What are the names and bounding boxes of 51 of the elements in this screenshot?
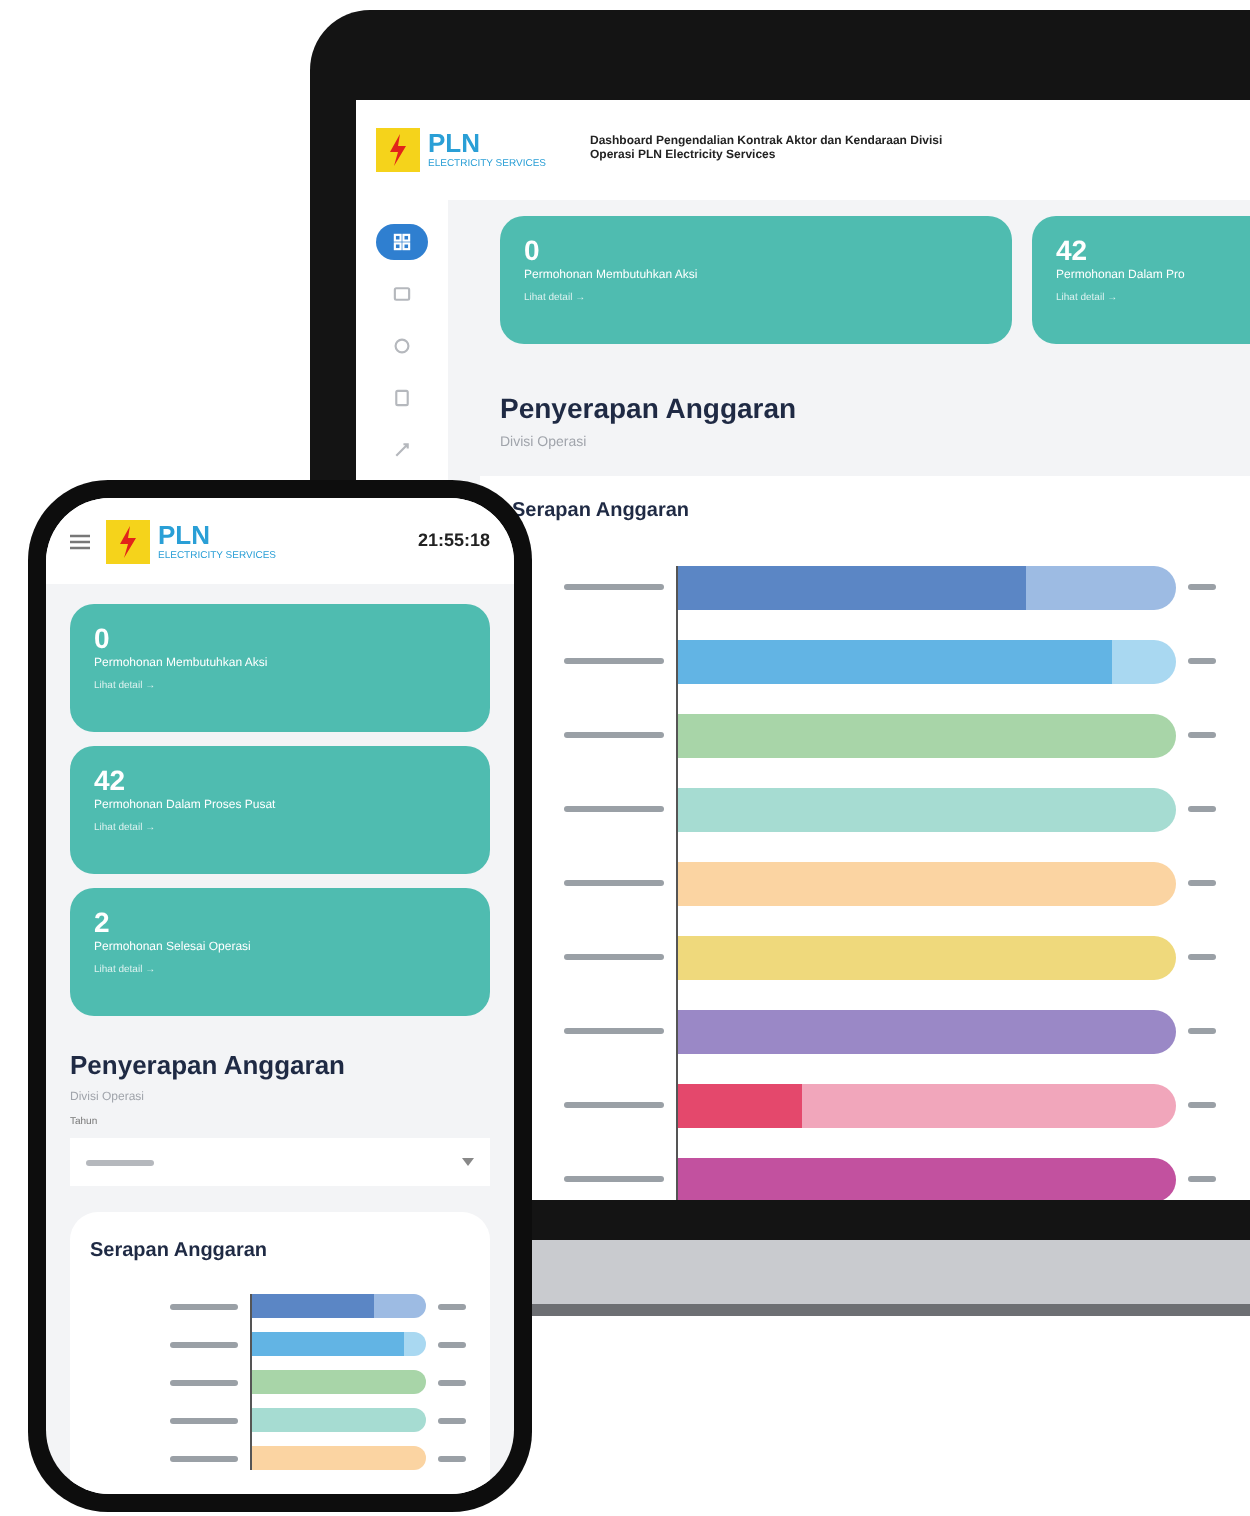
- section-title: Penyerapan Anggaran: [500, 390, 799, 428]
- count-value: 42: [94, 766, 128, 794]
- blurred-value: [438, 1455, 466, 1461]
- blurred-value: [438, 1341, 466, 1347]
- blurred-label: [564, 880, 664, 886]
- sidebar-item[interactable]: [376, 224, 428, 260]
- blurred-label: [564, 1176, 664, 1182]
- count-value: 42: [1056, 236, 1090, 264]
- blurred-value: [1188, 880, 1216, 886]
- document-icon: [392, 388, 412, 408]
- blurred-label: [170, 1341, 238, 1347]
- blurred-value: [1188, 1102, 1216, 1108]
- count-value: 2: [94, 908, 112, 936]
- blurred-value: [1188, 732, 1216, 738]
- brand-name: PLN: [428, 130, 482, 156]
- blurred-value: [1188, 584, 1216, 590]
- blurred-label: [564, 658, 664, 664]
- blurred-value: [438, 1379, 466, 1385]
- clock-time: 21:55:18: [417, 527, 490, 554]
- chart-title: Serapan Anggaran: [512, 497, 692, 525]
- blurred-label: [170, 1303, 238, 1309]
- menu-icon[interactable]: [70, 533, 90, 549]
- blurred-value: [438, 1303, 466, 1309]
- circle-icon: [392, 336, 412, 356]
- lightning-logo-icon: [376, 128, 420, 172]
- blurred-label: [564, 954, 664, 960]
- count-value: 0: [524, 236, 542, 264]
- blurred-value: [1188, 1176, 1216, 1182]
- blurred-label: [564, 806, 664, 812]
- year-select[interactable]: [70, 1138, 490, 1186]
- card-icon: [392, 284, 412, 304]
- blurred-label: [170, 1417, 238, 1423]
- blurred-value: [438, 1417, 466, 1423]
- blurred-value: [1188, 1028, 1216, 1034]
- blurred-label: [564, 1028, 664, 1034]
- grid-icon: [392, 232, 412, 252]
- caret-icon: [462, 1158, 474, 1166]
- blurred-label: [564, 732, 664, 738]
- blurred-value: [1188, 954, 1216, 960]
- count-value: 0: [94, 624, 112, 652]
- blurred-label: [170, 1379, 238, 1385]
- blurred-value: [1188, 806, 1216, 812]
- brand-name: PLN: [158, 521, 212, 547]
- blurred-label: [564, 584, 664, 590]
- blurred-value: [1188, 658, 1216, 664]
- arrow-icon: [392, 440, 412, 460]
- blurred-label: [564, 1102, 664, 1108]
- blurred-label: [170, 1455, 238, 1461]
- chart-title: Serapan Anggaran: [90, 1238, 270, 1266]
- lightning-logo-icon: [106, 519, 150, 563]
- section-title: Penyerapan Anggaran: [70, 1048, 348, 1084]
